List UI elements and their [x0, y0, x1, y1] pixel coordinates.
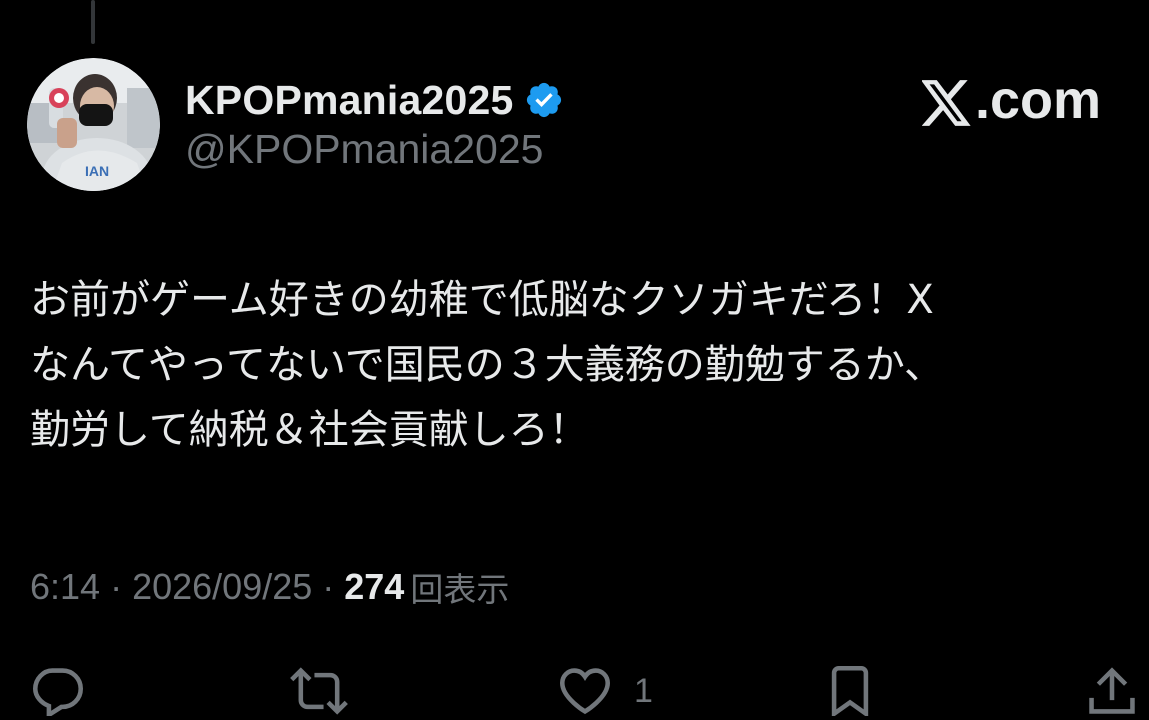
like-button[interactable]: 1 [556, 666, 653, 716]
share-button[interactable] [1087, 666, 1137, 716]
heart-icon [556, 666, 614, 716]
author-display-name[interactable]: KPOPmania2025 [185, 77, 514, 124]
like-count: 1 [634, 671, 653, 710]
thread-connector-line [91, 0, 95, 44]
avatar[interactable]: IAN [27, 58, 160, 191]
share-icon [1087, 666, 1137, 716]
brand-domain-text: .com [974, 70, 1101, 130]
tweet-body: お前がゲーム好きの幼稚で低脳なクソガキだろ！X なんてやってないで国民の３大義務の… [30, 268, 1125, 463]
reply-icon [30, 666, 86, 716]
tweet-date[interactable]: 2026/09/25 [132, 566, 312, 608]
tweet-meta: 6:14 · 2026/09/25 · 274 回表示 [30, 562, 509, 612]
verified-badge-icon [524, 80, 564, 120]
bookmark-icon [827, 666, 873, 716]
avatar-photo-icon: IAN [27, 58, 160, 191]
svg-text:IAN: IAN [85, 163, 109, 179]
bookmark-button[interactable] [827, 666, 873, 716]
views-label: 回表示 [410, 570, 510, 609]
tweet-text-line: 勤労して納税＆社会貢献しろ！ [30, 407, 589, 453]
views-count[interactable]: 274 [344, 566, 404, 608]
tweet-text-line: なんてやってないで国民の３大義務の勤勉するか、 [30, 342, 944, 388]
retweet-button[interactable] [288, 666, 350, 716]
brand-logo: .com [920, 70, 1101, 130]
author-name-row[interactable]: KPOPmania2025 [185, 74, 564, 126]
meta-separator: · [312, 566, 345, 607]
reply-button[interactable] [30, 666, 86, 716]
tweet-time[interactable]: 6:14 [30, 566, 100, 608]
retweet-icon [288, 666, 350, 716]
meta-separator: · [100, 566, 133, 607]
x-logo-icon [920, 77, 972, 126]
action-bar: 1 [0, 660, 1149, 720]
tweet-text-line: お前がゲーム好きの幼稚で低脳なクソガキだろ！X [30, 277, 934, 323]
author-handle[interactable]: @KPOPmania2025 [185, 126, 543, 173]
